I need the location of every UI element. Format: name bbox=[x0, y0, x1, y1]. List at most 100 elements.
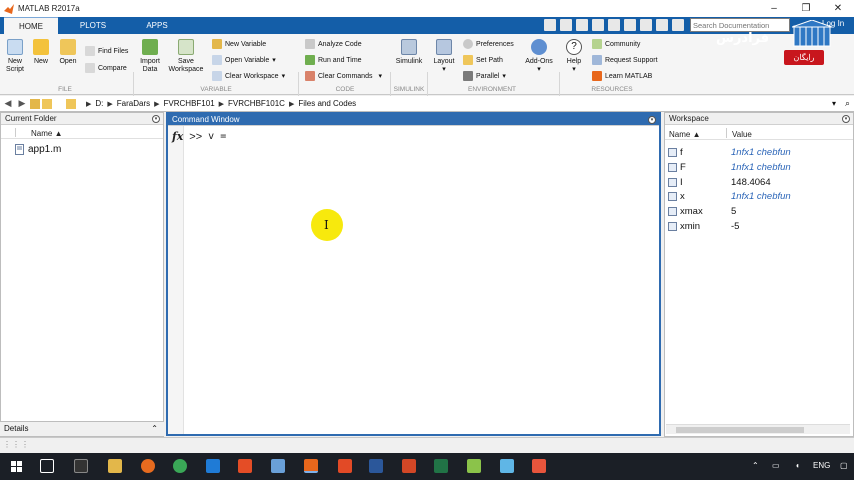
learn-matlab-icon bbox=[592, 71, 602, 81]
app-icon[interactable] bbox=[238, 459, 252, 473]
open-button[interactable]: Open bbox=[57, 39, 79, 66]
help-icon[interactable] bbox=[672, 19, 684, 31]
clear-commands-button[interactable]: Clear Commands ▾ bbox=[305, 71, 382, 81]
minimize-button[interactable]: – bbox=[758, 0, 790, 17]
panel-menu-icon[interactable]: ▾ bbox=[648, 116, 656, 124]
find-files-button[interactable]: Find Files bbox=[85, 46, 128, 56]
tab-apps[interactable]: APPS bbox=[126, 17, 188, 34]
paste-icon[interactable] bbox=[608, 19, 620, 31]
undo-icon[interactable] bbox=[624, 19, 636, 31]
new-script-icon bbox=[7, 39, 23, 55]
tab-plots[interactable]: PLOTS bbox=[62, 17, 124, 34]
breadcrumb-item[interactable]: Files and Codes bbox=[298, 99, 356, 108]
copy-icon[interactable] bbox=[592, 19, 604, 31]
scrollbar-thumb[interactable] bbox=[676, 427, 804, 433]
simulink-button[interactable]: Simulink bbox=[394, 39, 424, 66]
app-icon[interactable] bbox=[338, 459, 352, 473]
workspace-row[interactable]: F 1nfx1 chebfun bbox=[668, 160, 848, 174]
workspace-row[interactable]: f 1nfx1 chebfun bbox=[668, 145, 848, 159]
list-item[interactable]: app1.m bbox=[15, 144, 61, 155]
breadcrumb-item[interactable]: FaraDars bbox=[117, 99, 150, 108]
browse-folder-icon[interactable] bbox=[42, 98, 52, 109]
save-workspace-button[interactable]: Save Workspace bbox=[166, 39, 206, 74]
name-column-header[interactable]: Name ▲ bbox=[669, 130, 700, 139]
edge-icon[interactable] bbox=[206, 459, 220, 473]
command-input[interactable]: v = bbox=[208, 131, 226, 142]
chevron-down-icon: ▾ bbox=[442, 66, 446, 73]
word-icon[interactable] bbox=[369, 459, 383, 473]
notification-icon[interactable]: ▢ bbox=[840, 461, 848, 470]
path-dropdown-icon[interactable]: ▾ bbox=[832, 99, 836, 108]
function-browser-icon[interactable]: fx bbox=[172, 130, 183, 143]
workspace-horizontal-scrollbar[interactable] bbox=[666, 424, 850, 434]
parallel-button[interactable]: Parallel ▾ bbox=[463, 71, 506, 81]
forward-arrow-icon[interactable]: ▶ bbox=[16, 98, 28, 110]
close-button[interactable]: ✕ bbox=[822, 0, 854, 17]
new-variable-button[interactable]: New Variable bbox=[212, 39, 266, 49]
breadcrumb-item[interactable]: FVRCHBF101 bbox=[164, 99, 215, 108]
network-icon[interactable]: ▭ bbox=[772, 461, 780, 470]
excel-icon[interactable] bbox=[434, 459, 448, 473]
new-button[interactable]: New bbox=[32, 39, 50, 66]
details-bar[interactable]: Details ⌃ bbox=[0, 421, 164, 436]
redo-icon[interactable] bbox=[640, 19, 652, 31]
import-data-button[interactable]: Import Data bbox=[138, 39, 162, 74]
request-support-button[interactable]: Request Support bbox=[592, 55, 658, 65]
panel-menu-icon[interactable]: ▾ bbox=[152, 115, 160, 123]
search-icon[interactable]: ⌕ bbox=[845, 98, 850, 109]
open-variable-button[interactable]: Open Variable ▾ bbox=[212, 55, 276, 65]
breadcrumb-item[interactable]: FVRCHBF101C bbox=[228, 99, 285, 108]
breadcrumb-item[interactable]: D: bbox=[95, 99, 103, 108]
new-script-button[interactable]: New Script bbox=[4, 39, 26, 74]
set-path-button[interactable]: Set Path bbox=[463, 55, 503, 65]
name-column-header[interactable]: Name ▲ bbox=[31, 129, 62, 138]
panel-menu-icon[interactable]: ▾ bbox=[842, 115, 850, 123]
learn-matlab-button[interactable]: Learn MATLAB bbox=[592, 71, 652, 81]
quick-access-icon[interactable] bbox=[544, 19, 556, 31]
matlab-taskbar-icon[interactable] bbox=[304, 459, 318, 473]
command-window[interactable]: Command Window ▾ fx >> v = bbox=[166, 112, 661, 436]
cut-icon[interactable] bbox=[576, 19, 588, 31]
chrome-icon[interactable] bbox=[173, 459, 187, 473]
run-and-time-button[interactable]: Run and Time bbox=[305, 55, 362, 65]
community-button[interactable]: Community bbox=[592, 39, 640, 49]
language-indicator[interactable]: ENG bbox=[813, 461, 830, 470]
workspace-row[interactable]: xmin -5 bbox=[668, 219, 848, 233]
terminal-icon[interactable] bbox=[74, 459, 88, 473]
powerpoint-icon[interactable] bbox=[402, 459, 416, 473]
compare-button[interactable]: Compare bbox=[85, 63, 127, 73]
add-ons-button[interactable]: Add-Ons ▾ bbox=[524, 39, 554, 74]
chevron-down-icon: ▾ bbox=[537, 66, 541, 73]
layout-button[interactable]: Layout ▾ bbox=[431, 39, 457, 74]
maximize-button[interactable]: ❐ bbox=[790, 0, 822, 17]
task-view-icon[interactable] bbox=[40, 459, 54, 473]
clear-workspace-button[interactable]: Clear Workspace ▾ bbox=[212, 71, 285, 81]
help-button[interactable]: ? Help ▾ bbox=[564, 39, 584, 74]
switch-windows-icon[interactable] bbox=[656, 19, 668, 31]
workspace-row[interactable]: x 1nfx1 chebfun bbox=[668, 189, 848, 203]
app-icon[interactable] bbox=[467, 459, 481, 473]
app-icon[interactable] bbox=[271, 459, 285, 473]
current-folder-title: Current Folder bbox=[1, 113, 163, 125]
value-column-header[interactable]: Value bbox=[732, 130, 752, 139]
tray-chevron-icon[interactable]: ⌃ bbox=[752, 461, 759, 470]
firefox-icon[interactable] bbox=[141, 459, 155, 473]
app-icon[interactable] bbox=[532, 459, 546, 473]
workspace-row[interactable]: I 148.4064 bbox=[668, 175, 848, 189]
windows-start-icon[interactable] bbox=[11, 461, 22, 472]
app-icon[interactable] bbox=[500, 459, 514, 473]
variable-icon bbox=[668, 191, 677, 201]
workspace-title: Workspace bbox=[665, 113, 853, 125]
up-folder-icon[interactable] bbox=[30, 98, 40, 109]
workspace-row[interactable]: xmax 5 bbox=[668, 204, 848, 218]
volume-icon[interactable]: ◖ bbox=[795, 461, 800, 470]
chevron-up-icon[interactable]: ⌃ bbox=[151, 422, 158, 436]
command-line[interactable]: fx >> v = bbox=[172, 130, 226, 143]
file-explorer-icon[interactable] bbox=[108, 459, 122, 473]
save-icon[interactable] bbox=[560, 19, 572, 31]
clear-workspace-icon bbox=[212, 71, 222, 81]
back-arrow-icon[interactable]: ◀ bbox=[2, 98, 14, 110]
analyze-code-button[interactable]: Analyze Code bbox=[305, 39, 362, 49]
tab-home[interactable]: HOME bbox=[4, 17, 58, 34]
preferences-button[interactable]: Preferences bbox=[463, 39, 514, 49]
